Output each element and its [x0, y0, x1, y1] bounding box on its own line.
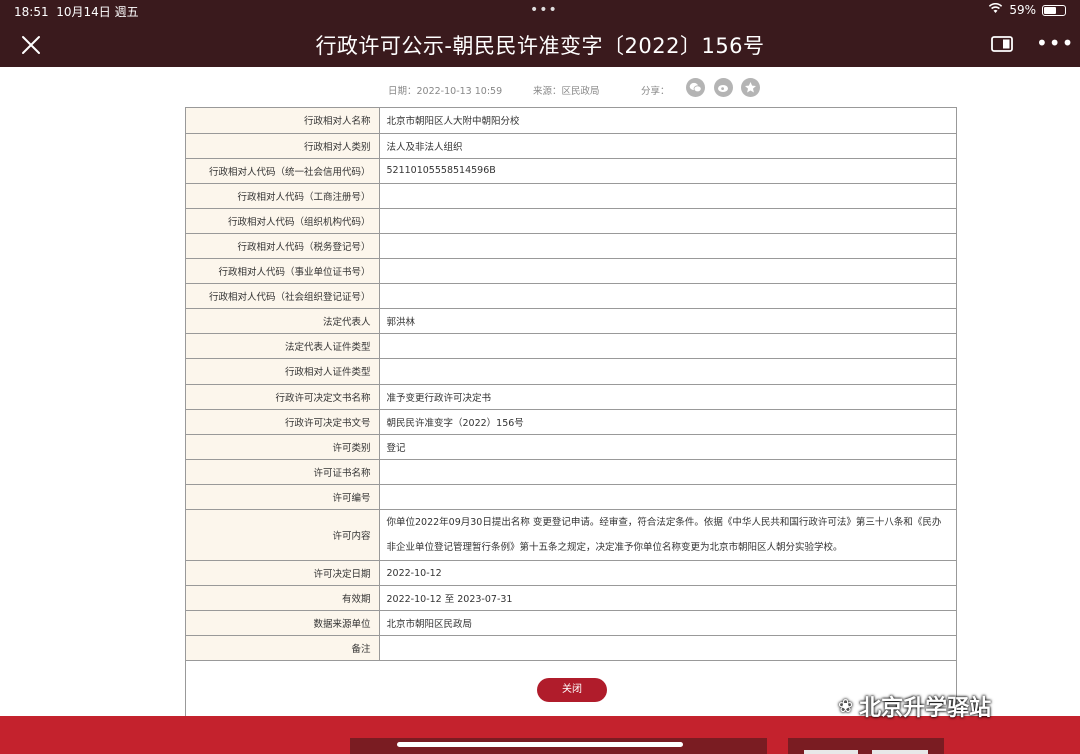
table-row: 行政相对人代码（组织机构代码）	[186, 208, 956, 234]
table-row: 许可类别 登记	[186, 434, 956, 460]
row-label: 行政相对人证件类型	[186, 358, 380, 385]
row-value	[379, 484, 956, 511]
row-label: 备注	[186, 635, 380, 662]
row-label: 许可类别	[186, 434, 380, 460]
row-value	[379, 333, 956, 360]
status-time-date: 18:51 10月14日 週五	[14, 3, 139, 20]
page-title: 行政许可公示-朝民民许准变字〔2022〕156号	[315, 34, 765, 58]
row-label: 行政相对人代码（社会组织登记证号）	[186, 283, 380, 310]
table-row: 法定代表人证件类型	[186, 333, 956, 360]
top-bar: 18:51 10月14日 週五 ••• 59% 行政许可公示-朝民民许准变字〔2…	[0, 0, 1080, 67]
table-row: 有效期 2022-10-12 至 2023-07-31	[186, 585, 956, 612]
table-row: 行政许可决定书文号 朝民民许准变字（2022）156号	[186, 409, 956, 435]
publish-date: 日期：2022-10-13 10:59	[388, 86, 503, 97]
row-value	[379, 183, 956, 209]
table-row: 备注	[186, 635, 956, 662]
table-row: 行政相对人代码（事业单位证书号）	[186, 258, 956, 285]
row-label: 行政许可决定书文号	[186, 409, 380, 435]
weibo-icon[interactable]	[714, 78, 733, 97]
bottom-tab-2[interactable]	[872, 750, 928, 754]
table-row: 许可编号	[186, 484, 956, 511]
table-row: 行政相对人类别 法人及非法人组织	[186, 133, 956, 159]
row-label: 行政相对人代码（事业单位证书号）	[186, 258, 380, 285]
multitask-dots-icon[interactable]: •••	[530, 2, 558, 18]
wechat-icon[interactable]	[686, 78, 705, 97]
row-value: 你单位2022年09月30日提出名称 变更登记申请。经审查，符合法定条件。依据《…	[379, 509, 956, 561]
table-row: 行政相对人证件类型	[186, 358, 956, 385]
row-label: 行政相对人代码（组织机构代码）	[186, 208, 380, 234]
row-label: 许可决定日期	[186, 560, 380, 587]
row-value	[379, 233, 956, 260]
status-right: 59%	[988, 2, 1066, 17]
row-label: 数据来源单位	[186, 610, 380, 637]
battery-fill	[1044, 6, 1056, 14]
row-value: 法人及非法人组织	[379, 133, 956, 159]
row-value: 北京市朝阳区人大附中朝阳分校	[379, 108, 956, 134]
table-row: 数据来源单位 北京市朝阳区民政局	[186, 610, 956, 637]
status-time: 18:51	[14, 5, 49, 19]
share-label: 分享：	[641, 86, 670, 97]
table-row: 行政相对人名称 北京市朝阳区人大附中朝阳分校	[186, 108, 956, 134]
table-row: 行政相对人代码（税务登记号）	[186, 233, 956, 260]
wechat-watermark-icon: ❀	[838, 695, 854, 717]
row-value: 2022-10-12	[379, 560, 956, 587]
battery-percent: 59%	[1009, 3, 1036, 17]
reader-mode-icon[interactable]	[990, 34, 1014, 54]
table-row: 法定代表人 郭洪林	[186, 308, 956, 335]
status-date: 10月14日 週五	[56, 5, 139, 19]
row-label: 行政相对人名称	[186, 108, 380, 134]
row-label: 行政相对人类别	[186, 133, 380, 159]
row-value: 朝民民许准变字（2022）156号	[379, 409, 956, 435]
table-row: 许可决定日期 2022-10-12	[186, 560, 956, 587]
table-row: 许可证书名称	[186, 459, 956, 485]
home-indicator[interactable]	[397, 742, 683, 747]
more-icon[interactable]: •••	[1036, 31, 1074, 55]
table-row: 行政相对人代码（社会组织登记证号）	[186, 283, 956, 310]
source-label: 来源：区民政局	[533, 86, 600, 97]
close-button[interactable]: 关闭	[537, 678, 607, 702]
row-value: 登记	[379, 434, 956, 460]
row-label: 行政相对人代码（税务登记号）	[186, 233, 380, 260]
row-label: 有效期	[186, 585, 380, 612]
table-row: 行政许可决定文书名称 准予变更行政许可决定书	[186, 384, 956, 410]
row-value	[379, 208, 956, 234]
table-row: 行政相对人代码（工商注册号）	[186, 183, 956, 209]
row-label: 行政相对人代码（统一社会信用代码）	[186, 158, 380, 184]
row-label: 行政相对人代码（工商注册号）	[186, 183, 380, 209]
battery-icon	[1042, 4, 1066, 16]
favorite-icon[interactable]	[741, 78, 760, 97]
watermark-text: 北京升学驿站	[859, 696, 992, 721]
row-value	[379, 258, 956, 285]
row-value: 郭洪林	[379, 308, 956, 335]
row-value	[379, 635, 956, 662]
row-value: 北京市朝阳区民政局	[379, 610, 956, 637]
row-label: 行政许可决定文书名称	[186, 384, 380, 410]
row-label: 法定代表人证件类型	[186, 333, 380, 360]
table-row: 行政相对人代码（统一社会信用代码） 52110105558514596B	[186, 158, 956, 184]
watermark: ❀ 北京升学驿站	[838, 690, 991, 722]
permit-table: 行政相对人名称 北京市朝阳区人大附中朝阳分校 行政相对人类别 法人及非法人组织 行政相对…	[186, 108, 956, 662]
wifi-icon	[988, 2, 1003, 17]
row-label: 许可证书名称	[186, 459, 380, 485]
row-value	[379, 459, 956, 485]
row-value	[379, 358, 956, 385]
row-label: 许可内容	[186, 509, 380, 561]
row-value: 52110105558514596B	[379, 158, 956, 184]
row-label: 法定代表人	[186, 308, 380, 335]
permit-sheet: 行政相对人名称 北京市朝阳区人大附中朝阳分校 行政相对人类别 法人及非法人组织 行政相对…	[185, 107, 957, 717]
bottom-tab-1[interactable]	[804, 750, 858, 754]
row-value	[379, 283, 956, 310]
content-area: 日期：2022-10-13 10:59 来源：区民政局 分享： 行政相对人名称北…	[0, 67, 1080, 717]
row-value: 准予变更行政许可决定书	[379, 384, 956, 410]
table-row: 许可内容 你单位2022年09月30日提出名称 变更登记申请。经审查，符合法定条件…	[186, 509, 956, 561]
row-value: 2022-10-12 至 2023-07-31	[379, 585, 956, 612]
row-label: 许可编号	[186, 484, 380, 511]
